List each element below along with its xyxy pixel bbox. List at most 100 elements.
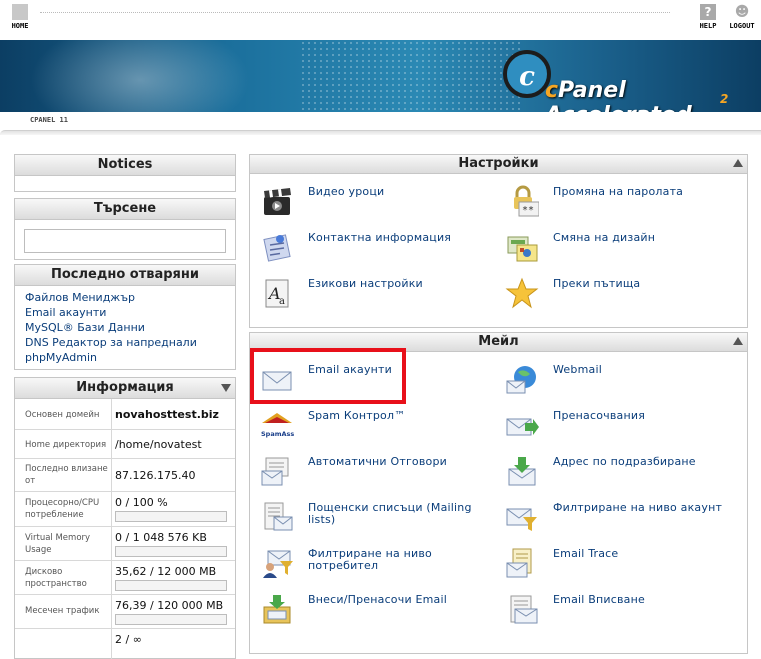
import-email-icon — [263, 595, 291, 624]
settings-title: Настройки — [250, 155, 747, 174]
mail-item-label: Пренасочвания — [553, 409, 646, 422]
disk-usage-bar — [115, 580, 227, 591]
cpanel-banner: c cPanel Accelerated 2 — [0, 40, 761, 112]
sub-bar-line — [0, 130, 761, 135]
info-value: 2 / ∞ — [115, 633, 142, 646]
mail-item-label: Адрес по подразбиране — [553, 455, 696, 468]
mail-item-webmail[interactable]: Webmail — [495, 359, 735, 399]
mail-item-mailing-lists[interactable]: Пощенски списъци (Mailing lists) — [250, 497, 490, 537]
info-row: Месечен трафик 76,39 / 120 000 MB — [15, 595, 235, 629]
logo-letter: c — [519, 62, 535, 92]
info-label: Процесорно/CPU потребление — [25, 498, 100, 520]
password-lock-icon: ** — [514, 185, 539, 217]
settings-item-label: Езикови настройки — [308, 277, 423, 290]
home-icon — [12, 4, 28, 20]
info-label: Месечен трафик — [25, 606, 100, 616]
mail-item-spam[interactable]: SpamAssassin Spam Контрол™ — [250, 405, 490, 445]
search-box: Търсене — [14, 198, 236, 260]
search-input[interactable] — [24, 229, 226, 253]
info-row: Основен домейн novahosttest.biz — [15, 399, 235, 430]
settings-item-label: Смяна на дизайн — [553, 231, 656, 244]
mail-item-user-filters[interactable]: Филтриране на ниво потребител — [250, 543, 490, 583]
settings-item-shortcuts[interactable]: Преки пътища — [495, 273, 735, 313]
mail-item-autoresponders[interactable]: Автоматични Отговори — [250, 451, 490, 491]
home-link[interactable]: HOME — [0, 4, 40, 30]
notices-box: Notices — [14, 154, 236, 192]
info-row: Virtual Memory Usage 0 / 1 048 576 KB — [15, 527, 235, 561]
bandwidth-usage-bar — [115, 614, 227, 625]
mail-item-import-email[interactable]: Внеси/Пренасочи Email — [250, 589, 490, 629]
mail-item-account-filters[interactable]: Филтриране на ниво акаунт — [495, 497, 735, 537]
settings-item-language[interactable]: A a Езикови настройки — [250, 273, 490, 313]
settings-item-label: Видео уроци — [308, 185, 385, 198]
settings-title-text: Настройки — [458, 156, 539, 171]
top-bar: HOME ? HELP ☻ LOGOUT — [0, 0, 761, 40]
settings-item-label: Преки пътища — [553, 277, 641, 290]
collapse-arrow-icon[interactable] — [733, 337, 743, 345]
video-clapper-icon — [264, 188, 291, 215]
logout-link[interactable]: ☻ LOGOUT — [722, 4, 761, 30]
info-box: Информация Основен домейн novahosttest.b… — [14, 377, 236, 659]
info-value: 35,62 / 12 000 MB — [115, 565, 217, 578]
info-row: Дисково пространство 35,62 / 12 000 MB — [15, 561, 235, 595]
settings-item-video[interactable]: Видео уроци — [250, 181, 490, 221]
settings-item-contact[interactable]: Контактна информация — [250, 227, 490, 267]
banner-glow — [30, 40, 250, 112]
cpanel-logo-icon: c — [503, 50, 551, 98]
search-title: Търсене — [15, 199, 235, 220]
help-icon: ? — [700, 4, 716, 20]
language-icon: A a — [265, 279, 289, 308]
mailing-list-icon — [264, 502, 293, 531]
memory-usage-bar — [115, 546, 227, 557]
settings-item-design[interactable]: Смяна на дизайн — [495, 227, 735, 267]
recent-box: Последно отваряни Файлов Мениджър Email … — [14, 264, 236, 370]
recent-item[interactable]: phpMyAdmin — [25, 350, 225, 365]
mail-item-label: Филтриране на ниво акаунт — [553, 501, 723, 514]
mail-item-label: Webmail — [553, 363, 602, 376]
mail-item-label: Внеси/Пренасочи Email — [308, 593, 448, 606]
info-value: 0 / 100 % — [115, 496, 168, 509]
user-filter-icon — [263, 550, 293, 578]
mail-item-default-address[interactable]: Адрес по подразбиране — [495, 451, 735, 491]
recent-item[interactable]: DNS Редактор за напреднали — [25, 335, 225, 350]
info-value: 87.126.175.40 — [115, 469, 196, 482]
info-label: Основен домейн — [25, 410, 100, 420]
logo-text-accel: Accelerated — [545, 103, 692, 112]
logo-text-c: c — [545, 78, 559, 103]
logo-text-panel: Panel — [558, 78, 626, 103]
info-value: 0 / 1 048 576 KB — [115, 531, 207, 544]
mail-title-text: Мейл — [478, 334, 519, 349]
info-title-text: Информация — [76, 380, 174, 395]
mail-item-label: Email Вписване — [553, 593, 645, 606]
recent-item[interactable]: Файлов Мениджър — [25, 290, 225, 305]
info-label: Home директория — [25, 440, 107, 450]
settings-item-password[interactable]: ** Промяна на паролата — [495, 181, 735, 221]
mail-item-label: Филтриране на ниво потребител — [308, 547, 432, 572]
home-label: HOME — [11, 22, 29, 30]
recent-item[interactable]: Email акаунти — [25, 305, 225, 320]
mail-item-forwarders[interactable]: Пренасочвания — [495, 405, 735, 445]
svg-text:a: a — [279, 296, 285, 307]
contact-info-icon — [263, 234, 291, 262]
sub-bar: CPANEL 11 — [0, 112, 761, 135]
dotted-divider — [40, 12, 670, 14]
banner-dot-pattern — [300, 40, 520, 112]
logo-sub: 2 — [720, 92, 729, 106]
star-shortcut-icon — [505, 277, 539, 309]
info-value: novahosttest.biz — [115, 408, 219, 421]
help-label: HELP — [699, 22, 717, 30]
info-value: /home/novatest — [115, 438, 202, 451]
mail-item-label: Spam Контрол™ — [308, 409, 406, 422]
mail-item-email-auth[interactable]: Email Вписване — [495, 589, 735, 629]
cpu-usage-bar — [115, 511, 227, 522]
info-label: Virtual Memory Usage — [25, 533, 91, 555]
default-address-icon — [508, 457, 536, 486]
mail-item-email-trace[interactable]: Email Trace — [495, 543, 735, 583]
collapse-arrow-icon[interactable] — [733, 159, 743, 167]
info-label: Дисково пространство — [25, 567, 87, 589]
recent-item[interactable]: MySQL® Бази Данни — [25, 320, 225, 335]
highlight-box — [250, 348, 406, 404]
logout-icon: ☻ — [734, 4, 750, 20]
collapse-arrow-icon[interactable] — [221, 384, 231, 392]
info-value: 76,39 / 120 000 MB — [115, 599, 224, 612]
